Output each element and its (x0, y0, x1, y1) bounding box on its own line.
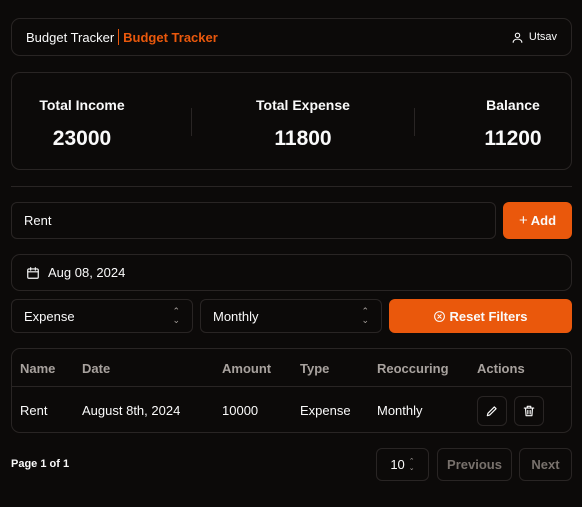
frequency-select-value: Monthly (213, 308, 259, 324)
table-header: Name Date Amount Type Reoccuring Actions (12, 349, 571, 387)
balance-stat: Balance 11200 (462, 73, 564, 171)
chevron-up-down-icon: ⌃ ⌄ (172, 306, 180, 325)
pencil-icon (486, 406, 497, 417)
balance-value: 11200 (484, 127, 542, 150)
user-name: Utsav (528, 31, 557, 43)
total-income-stat: Total Income 23000 (12, 73, 152, 171)
trash-icon (523, 405, 535, 417)
plus-icon: + (518, 212, 528, 229)
previous-button[interactable]: Previous (437, 448, 512, 481)
delete-button[interactable] (514, 396, 544, 426)
cell-reoccuring: Monthly (377, 403, 423, 418)
cell-type: Expense (300, 403, 351, 418)
page-info: Page 1 of 1 (11, 458, 70, 470)
column-header-amount: Amount (222, 361, 272, 376)
brand-divider (118, 29, 120, 45)
stat-divider (191, 108, 192, 136)
chevron-up-down-icon: ⌃ ⌄ (408, 457, 415, 472)
section-divider (11, 186, 572, 187)
page-size-value: 10 (390, 457, 405, 472)
page-size-select[interactable]: 10 ⌃ ⌄ (376, 448, 429, 481)
app-header: Budget Tracker Budget Tracker Utsav (11, 18, 572, 56)
brand-title-accent: Budget Tracker (123, 29, 218, 45)
column-header-type: Type (300, 361, 330, 376)
column-header-date: Date (82, 361, 111, 376)
next-button[interactable]: Next (519, 448, 572, 481)
total-expense-label: Total Expense (256, 97, 350, 113)
user-icon (512, 32, 523, 43)
column-header-actions: Actions (477, 361, 525, 376)
table-row: Rent August 8th, 2024 10000 Expense Mont… (12, 388, 571, 432)
cell-name: Rent (20, 403, 48, 418)
add-button[interactable]: + Add (503, 202, 572, 239)
date-value: Aug 08, 2024 (48, 265, 126, 280)
brand-title: Budget Tracker (26, 29, 115, 45)
total-expense-value: 11800 (274, 127, 332, 150)
column-header-reoccuring: Reoccuring (377, 361, 449, 376)
chevron-up-down-icon: ⌃ ⌄ (361, 306, 369, 325)
add-button-label: Add (530, 213, 557, 228)
reset-filters-button[interactable]: Reset Filters (389, 299, 572, 333)
total-income-label: Total Income (39, 97, 125, 113)
stat-divider (414, 108, 415, 136)
cell-amount: 10000 (222, 403, 259, 418)
user-menu[interactable]: Utsav (511, 31, 557, 44)
edit-button[interactable] (477, 396, 507, 426)
summary-card: Total Income 23000 Total Expense 11800 B… (11, 72, 572, 170)
date-picker[interactable]: Aug 08, 2024 (11, 254, 572, 291)
total-expense-stat: Total Expense 11800 (232, 73, 374, 171)
column-header-name: Name (20, 361, 56, 376)
description-input[interactable] (11, 202, 496, 239)
reset-filters-label: Reset Filters (449, 308, 528, 324)
calendar-icon (27, 266, 39, 279)
type-select[interactable]: Expense ⌃ ⌄ (11, 299, 193, 333)
balance-label: Balance (486, 97, 540, 113)
cell-date: August 8th, 2024 (82, 403, 181, 418)
transactions-table: Name Date Amount Type Reoccuring Actions… (11, 348, 572, 433)
circle-x-icon (434, 310, 446, 322)
frequency-select[interactable]: Monthly ⌃ ⌄ (200, 299, 382, 333)
type-select-value: Expense (24, 308, 75, 324)
total-income-value: 23000 (52, 127, 112, 150)
